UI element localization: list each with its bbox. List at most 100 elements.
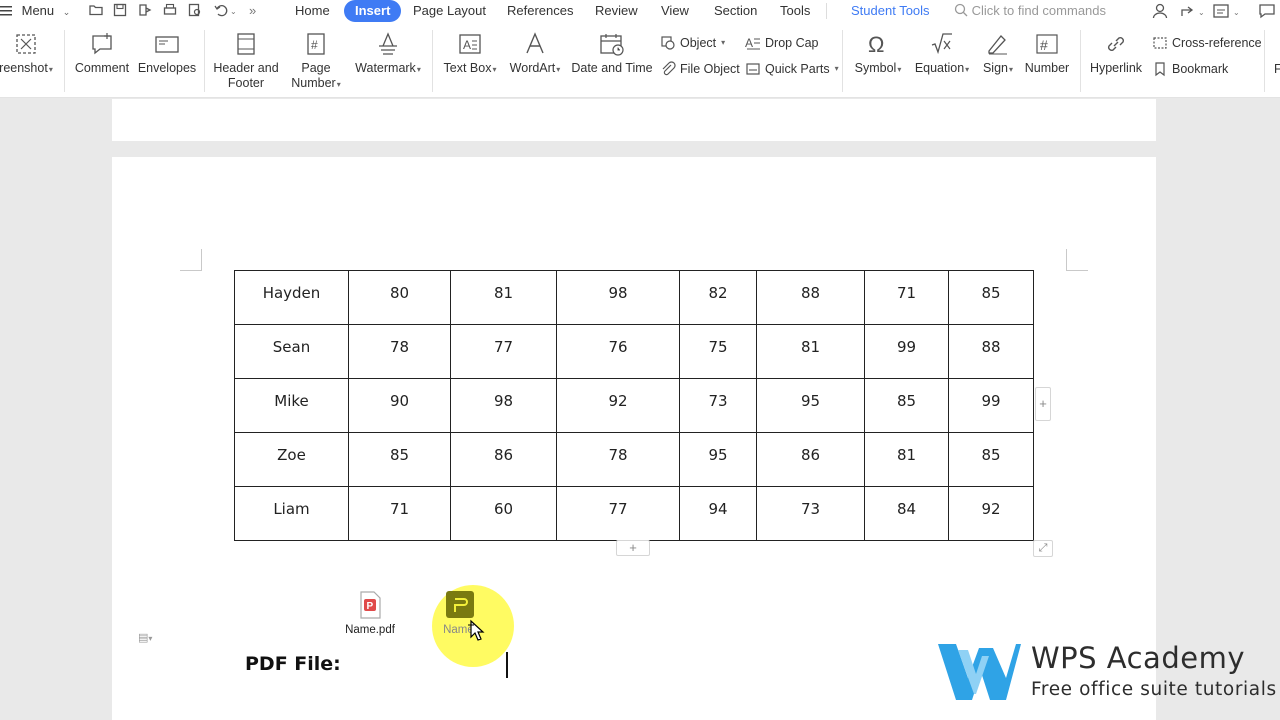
score-cell[interactable]: 71 [864, 270, 949, 325]
score-cell[interactable]: 75 [679, 324, 757, 379]
resize-table-icon[interactable]: ⤢ [1033, 540, 1053, 557]
add-row-button[interactable]: + [616, 540, 650, 556]
file-object-button[interactable]: File Object [660, 60, 740, 78]
document-area[interactable]: Hayden 80 81 98 82 88 71 85 Sean 78 77 76 75 81 99 88 Mi… [0, 99, 1280, 720]
score-cell[interactable]: 81 [756, 324, 865, 379]
score-cell[interactable]: 77 [450, 324, 557, 379]
score-cell[interactable]: 73 [756, 486, 865, 541]
more-quick-access-icon[interactable]: » [249, 2, 267, 20]
scores-table[interactable]: Hayden 80 81 98 82 88 71 85 Sean 78 77 76 75 81 99 88 Mi… [234, 270, 1034, 541]
score-cell[interactable]: 86 [450, 432, 557, 487]
student-name-cell[interactable]: Liam [234, 486, 349, 541]
tab-home[interactable]: Home [295, 0, 330, 22]
tab-insert[interactable]: Insert [344, 0, 402, 22]
student-name-cell[interactable]: Hayden [234, 270, 349, 325]
comment-button[interactable]: Comment [72, 32, 132, 76]
sign-button[interactable]: Sign▾ [978, 32, 1018, 77]
symbol-button[interactable]: Ω Symbol▾ [850, 32, 906, 77]
score-cell[interactable]: 85 [948, 432, 1034, 487]
score-cell[interactable]: 88 [948, 324, 1034, 379]
equation-icon [931, 33, 952, 55]
score-cell[interactable]: 60 [450, 486, 557, 541]
score-cell[interactable]: 78 [348, 324, 451, 379]
score-cell[interactable]: 99 [864, 324, 949, 379]
sync-icon[interactable]: ⌄ [1212, 2, 1242, 20]
svg-text:#: # [311, 38, 318, 52]
menu-button[interactable]: Menu ⌄ [0, 0, 70, 22]
score-cell[interactable]: 92 [948, 486, 1034, 541]
export-icon[interactable] [137, 2, 155, 20]
score-cell[interactable]: 85 [348, 432, 451, 487]
chevron-down-icon: ⌄ [62, 7, 71, 17]
page-number-button[interactable]: # Page Number▾ [286, 32, 346, 92]
score-cell[interactable]: 85 [864, 378, 949, 433]
score-cell[interactable]: 84 [864, 486, 949, 541]
score-cell[interactable]: 78 [556, 432, 680, 487]
account-icon[interactable] [1151, 2, 1169, 20]
score-cell[interactable]: 71 [348, 486, 451, 541]
bookmark-button[interactable]: Bookmark [1152, 60, 1228, 78]
student-name-cell[interactable]: Mike [234, 378, 349, 433]
add-column-button[interactable]: + [1035, 387, 1051, 421]
drop-cap-button[interactable]: A Drop Cap [745, 34, 819, 52]
print-icon[interactable] [162, 2, 180, 20]
print-preview-icon[interactable] [187, 2, 205, 20]
score-cell[interactable]: 98 [556, 270, 680, 325]
tab-view[interactable]: View [661, 0, 689, 22]
score-cell[interactable]: 99 [948, 378, 1034, 433]
student-name-cell[interactable]: Zoe [234, 432, 349, 487]
quick-parts-button[interactable]: Quick Parts ▾ [745, 60, 839, 78]
score-cell[interactable]: 90 [348, 378, 451, 433]
watermark-button[interactable]: Watermark▾ [352, 32, 424, 77]
tab-review[interactable]: Review [595, 0, 638, 22]
tab-section[interactable]: Section [714, 0, 757, 22]
score-cell[interactable]: 92 [556, 378, 680, 433]
share-icon[interactable]: ⌄ [1179, 2, 1207, 20]
watermark-icon [379, 32, 397, 55]
score-cell[interactable]: 98 [450, 378, 557, 433]
score-cell[interactable]: 73 [679, 378, 757, 433]
number-button[interactable]: # Number [1022, 32, 1072, 76]
pdf-file-object[interactable]: P Name.pdf [340, 590, 400, 636]
date-time-button[interactable]: Date and Time [570, 32, 654, 76]
open-folder-icon[interactable] [88, 2, 106, 20]
tab-page-layout[interactable]: Page Layout [413, 0, 486, 22]
hyperlink-button[interactable]: Hyperlink [1086, 32, 1146, 76]
score-cell[interactable]: 95 [756, 378, 865, 433]
score-cell[interactable]: 81 [864, 432, 949, 487]
object-button[interactable]: Object ▾ [660, 34, 725, 52]
score-cell[interactable]: 85 [948, 270, 1034, 325]
number-icon: # [1036, 34, 1058, 54]
date-time-label: Date and Time [571, 61, 653, 75]
score-cell[interactable]: 88 [756, 270, 865, 325]
crop-mark [180, 249, 202, 271]
tab-tools[interactable]: Tools [780, 0, 810, 22]
ribbon-overflow-label[interactable]: F [1274, 60, 1280, 78]
wordart-button[interactable]: WordArt▾ [504, 32, 566, 77]
paragraph-options-icon[interactable]: ▤▾ [138, 631, 152, 644]
screenshot-button[interactable]: reenshot▾ [0, 32, 56, 77]
envelopes-button[interactable]: Envelopes [136, 32, 198, 76]
score-cell[interactable]: 80 [348, 270, 451, 325]
tab-student-tools[interactable]: Student Tools [851, 0, 930, 22]
crop-mark [1066, 249, 1088, 271]
score-cell[interactable]: 76 [556, 324, 680, 379]
header-footer-button[interactable]: Header and Footer [212, 32, 280, 91]
score-cell[interactable]: 81 [450, 270, 557, 325]
menu-label: Menu [21, 3, 55, 18]
previous-page[interactable] [112, 99, 1156, 141]
student-name-cell[interactable]: Sean [234, 324, 349, 379]
score-cell[interactable]: 77 [556, 486, 680, 541]
equation-button[interactable]: Equation▾ [912, 32, 972, 77]
score-cell[interactable]: 95 [679, 432, 757, 487]
score-cell[interactable]: 94 [679, 486, 757, 541]
tab-references[interactable]: References [507, 0, 573, 22]
cross-reference-button[interactable]: Cross-reference [1152, 34, 1262, 52]
save-icon[interactable] [112, 2, 130, 20]
score-cell[interactable]: 82 [679, 270, 757, 325]
undo-icon[interactable]: ⌄ [213, 2, 237, 20]
text-box-button[interactable]: A Text Box▾ [440, 32, 500, 77]
feedback-icon[interactable] [1258, 2, 1276, 20]
score-cell[interactable]: 86 [756, 432, 865, 487]
command-search[interactable]: Click to find commands [954, 0, 1106, 22]
